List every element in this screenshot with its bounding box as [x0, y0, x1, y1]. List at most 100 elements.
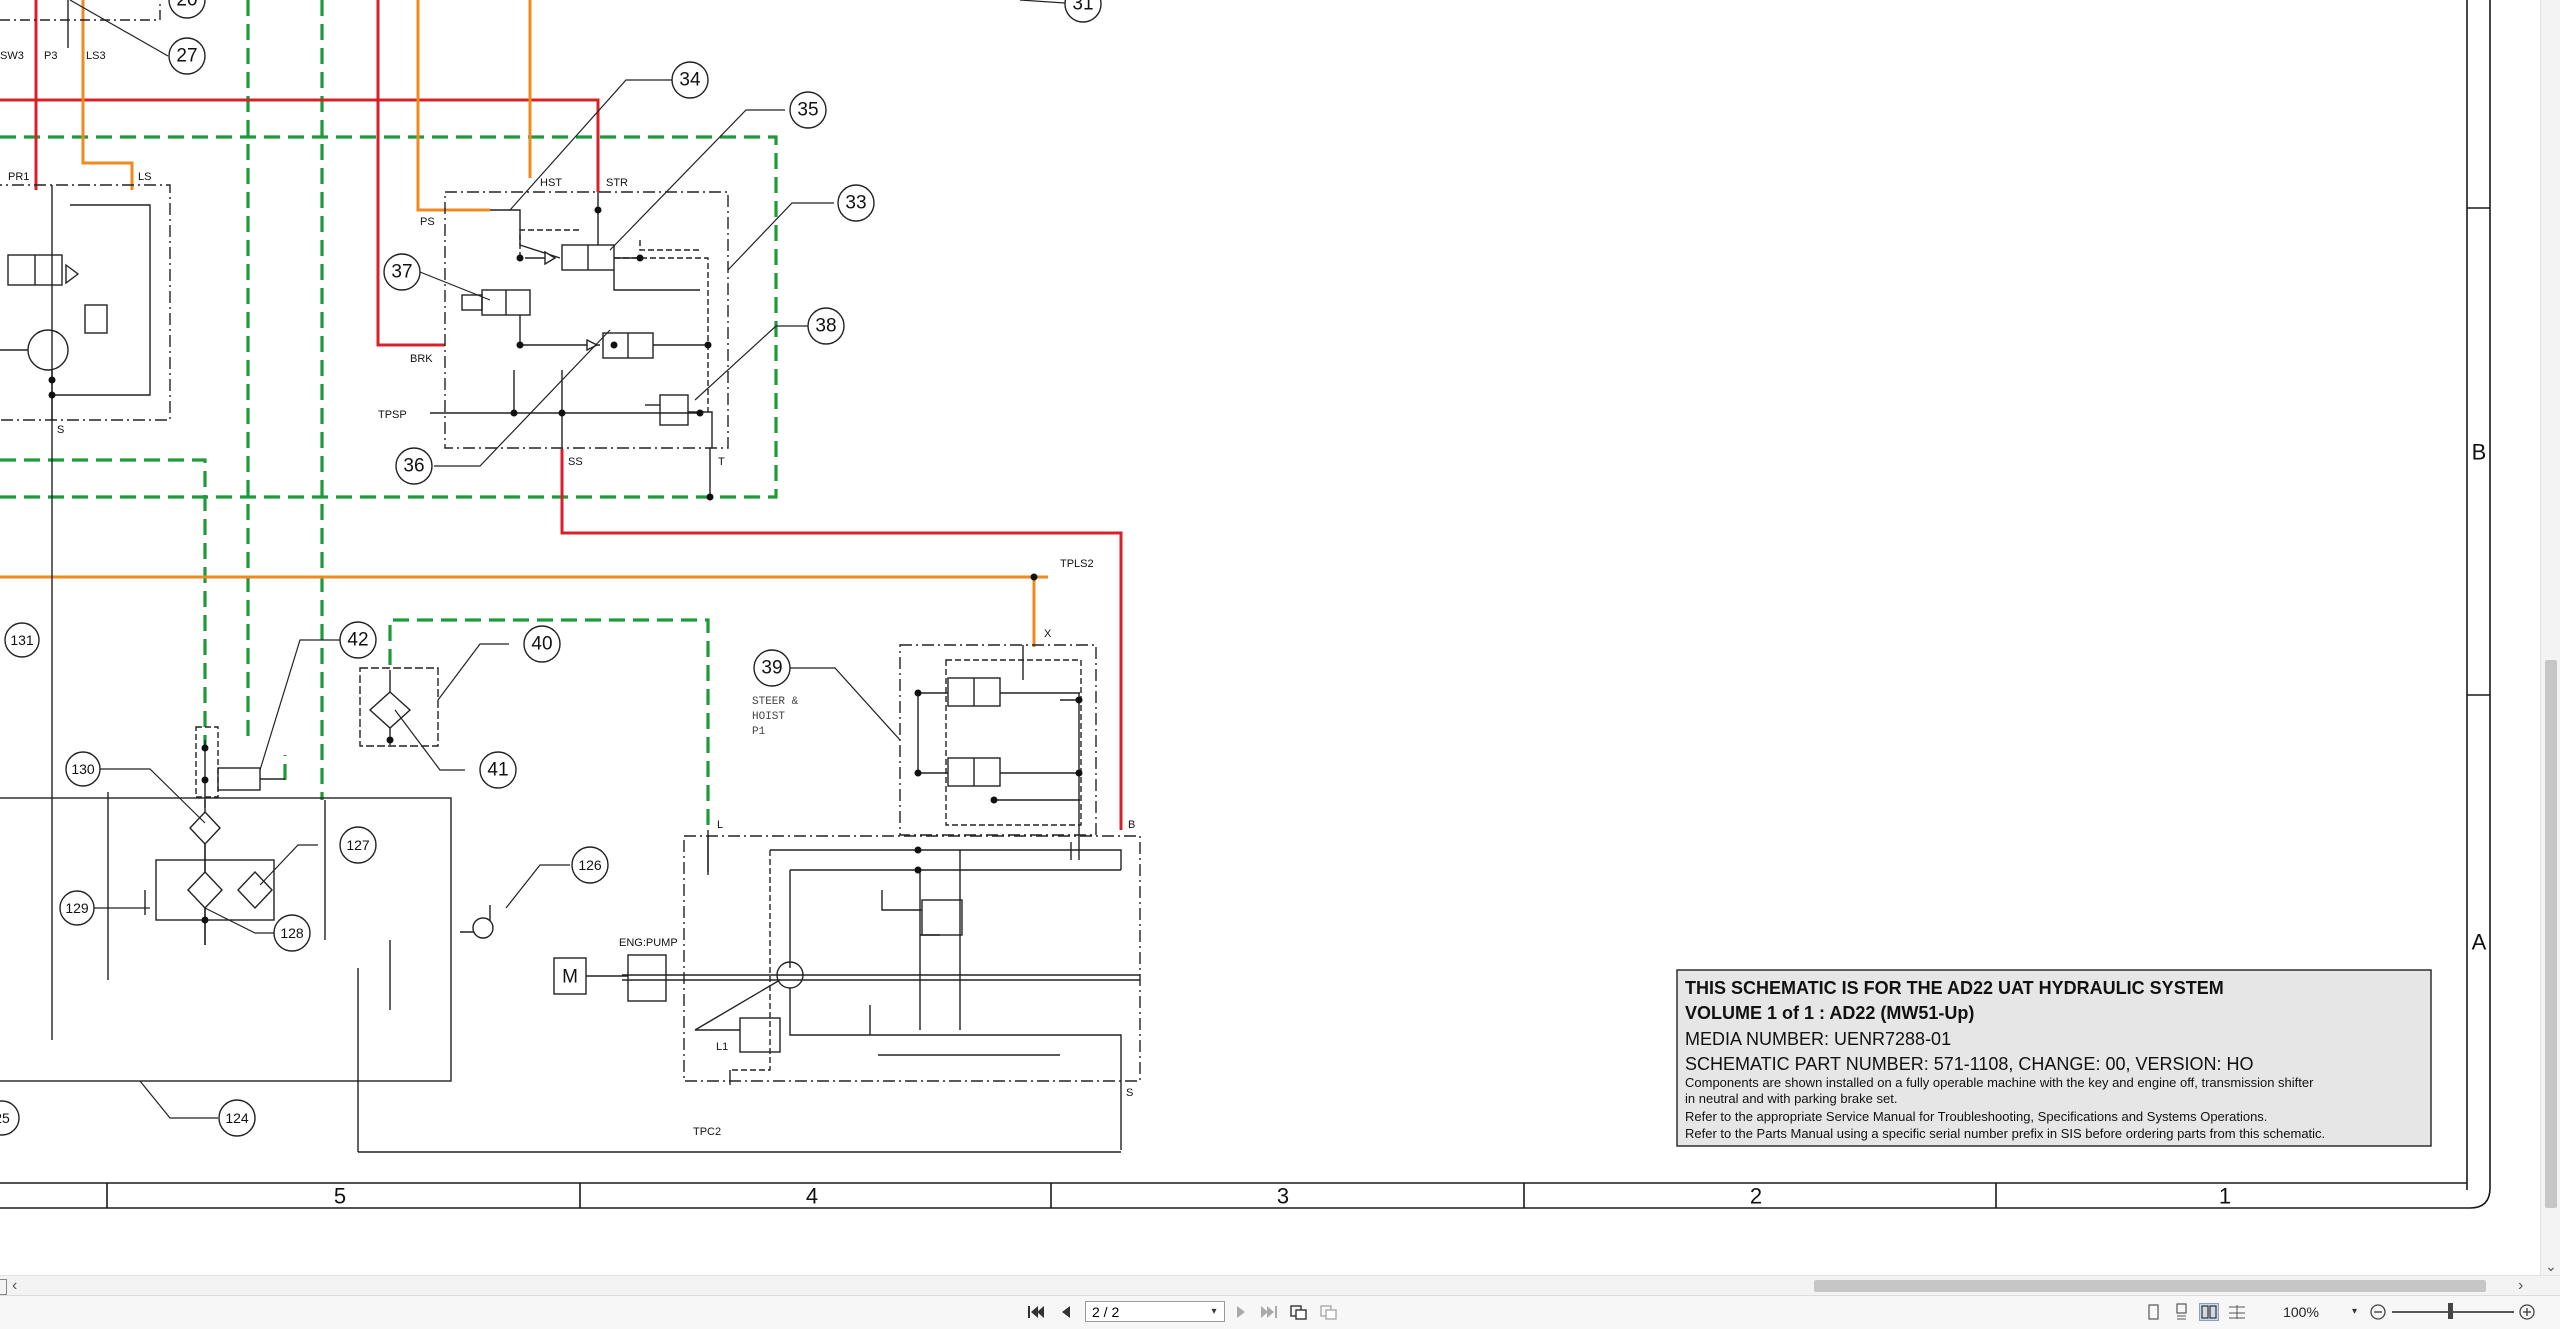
zoom-slider-handle[interactable] [2448, 1303, 2453, 1319]
zoom-in-button[interactable] [2516, 1302, 2538, 1322]
pilot-lines [0, 0, 1048, 647]
zone-row-b: B [2472, 440, 2487, 465]
zone-col-1: 1 [2219, 1184, 2231, 1209]
port-brk: BRK [410, 353, 433, 365]
title-block: THIS SCHEMATIC IS FOR THE AD22 UAT HYDRA… [1676, 969, 2432, 1147]
scroll-left-icon[interactable]: ‹ [12, 1276, 28, 1296]
two-page-layout-button[interactable] [2199, 1303, 2219, 1321]
pdf-viewer: 5 4 3 2 1 B A SW3 P3 LS3 PR1 LS S PS HST… [0, 0, 2560, 1329]
zoom-dropdown-icon[interactable]: ▾ [2352, 1303, 2364, 1321]
port-x: X [1044, 628, 1052, 640]
next-page-button[interactable] [1230, 1302, 1252, 1322]
viewer-toolbar: ▾ 100% ▾ [0, 1295, 2560, 1329]
port-l1: L1 [716, 1041, 728, 1053]
single-page-layout-button[interactable] [2143, 1303, 2163, 1321]
note-line-2: HOIST [752, 711, 785, 723]
scroll-right-icon[interactable]: › [2518, 1276, 2534, 1296]
callout-130: 130 [71, 761, 95, 777]
previous-view-icon [1290, 1305, 1307, 1320]
next-page-icon [1237, 1306, 1245, 1318]
single-page-icon [2148, 1304, 2159, 1320]
previous-page-button[interactable] [1055, 1302, 1077, 1322]
title-note-1: Components are shown installed on a full… [1685, 1075, 2314, 1090]
document-canvas[interactable]: 5 4 3 2 1 B A SW3 P3 LS3 PR1 LS S PS HST… [0, 0, 2540, 1275]
horizontal-scrollbar[interactable]: ‹ › [0, 1275, 2560, 1296]
callout-leaders [69, 0, 1081, 1119]
vertical-scroll-thumb[interactable] [2545, 660, 2557, 1208]
callout-40: 40 [531, 634, 552, 655]
callout-27: 27 [176, 46, 197, 67]
port-sw3: SW3 [0, 50, 24, 62]
zone-col-2: 2 [1750, 1184, 1762, 1209]
note-line-1: STEER & [752, 696, 799, 708]
zoom-level-display[interactable]: 100% [2270, 1303, 2332, 1321]
two-page-icon [2201, 1305, 2217, 1319]
port-ls3: LS3 [86, 50, 106, 62]
callout-34: 34 [679, 70, 701, 91]
zone-col-5: 5 [334, 1184, 346, 1209]
callout-37: 37 [391, 262, 412, 283]
callout-128: 128 [280, 925, 304, 941]
callout-33: 33 [845, 193, 866, 214]
steer-hoist-note: STEER & HOIST P1 [752, 696, 799, 738]
zoom-out-icon [2370, 1304, 2386, 1320]
previous-view-button[interactable] [1288, 1302, 1310, 1322]
zoom-in-icon [2519, 1304, 2535, 1320]
callout-39: 39 [761, 658, 782, 679]
port-tpc2: TPC2 [693, 1126, 721, 1138]
horizontal-scroll-thumb[interactable] [1814, 1280, 2486, 1292]
port-s: S [57, 424, 64, 436]
callout-41: 41 [487, 760, 508, 781]
port-hst: HST [540, 177, 562, 189]
page-number-field[interactable]: ▾ [1085, 1301, 1225, 1322]
zoom-out-button[interactable] [2367, 1302, 2389, 1322]
motor-label: M [562, 967, 578, 988]
callout-125: 25 [0, 1110, 10, 1126]
zoom-slider-track[interactable] [2392, 1311, 2514, 1313]
scroll-down-icon[interactable]: ⌄ [2541, 1257, 2560, 1275]
continuous-layout-button[interactable] [2171, 1303, 2191, 1321]
last-page-button[interactable] [1258, 1302, 1280, 1322]
callout-bubbles [0, 0, 1102, 1137]
port-ss: SS [568, 456, 583, 468]
port-l: L [717, 819, 723, 831]
last-page-icon [1261, 1306, 1277, 1318]
note-line-3: P1 [752, 726, 766, 738]
callout-131: 131 [10, 632, 34, 648]
callout-124: 124 [225, 1110, 249, 1126]
port-ls: LS [138, 171, 151, 183]
first-page-icon [1028, 1306, 1044, 1318]
callout-20: 20 [176, 0, 197, 11]
next-view-button[interactable] [1318, 1302, 1340, 1322]
port-t: T [718, 456, 725, 468]
title-line-3: MEDIA NUMBER: UENR7288-01 [1685, 1029, 1951, 1049]
page-dropdown-icon[interactable]: ▾ [1206, 1302, 1222, 1321]
previous-page-icon [1062, 1306, 1070, 1318]
zone-row-a: A [2472, 930, 2487, 955]
zone-col-3: 3 [1277, 1184, 1289, 1209]
callout-36: 36 [403, 456, 424, 477]
title-line-4: SCHEMATIC PART NUMBER: 571-1108, CHANGE:… [1685, 1054, 2254, 1074]
callout-129: 129 [65, 900, 89, 916]
callout-38: 38 [815, 316, 836, 337]
callout-127: 127 [346, 837, 370, 853]
two-page-continuous-button[interactable] [2227, 1303, 2247, 1321]
port-str: STR [606, 177, 628, 189]
hydraulic-schematic: 5 4 3 2 1 B A SW3 P3 LS3 PR1 LS S PS HST… [0, 0, 2491, 1209]
port-p3: P3 [44, 50, 57, 62]
port-s2: S [1126, 1087, 1133, 1099]
continuous-page-icon [2176, 1303, 2187, 1320]
port-ps: PS [420, 216, 435, 228]
vertical-scrollbar[interactable]: ⌄ [2540, 0, 2560, 1275]
port-pr1: PR1 [8, 171, 29, 183]
zone-col-4: 4 [806, 1184, 818, 1209]
port-b: B [1128, 819, 1135, 831]
first-page-button[interactable] [1025, 1302, 1047, 1322]
title-note-4: Refer to the Parts Manual using a specif… [1685, 1126, 2325, 1141]
callout-126: 126 [578, 857, 602, 873]
title-line-2: VOLUME 1 of 1 : AD22 (MW51-Up) [1685, 1003, 1974, 1023]
callout-31: 31 [1072, 0, 1093, 15]
panel-edge-icon [0, 1279, 7, 1295]
page-number-input[interactable] [1086, 1302, 1210, 1321]
title-line-1: THIS SCHEMATIC IS FOR THE AD22 UAT HYDRA… [1685, 978, 2224, 998]
